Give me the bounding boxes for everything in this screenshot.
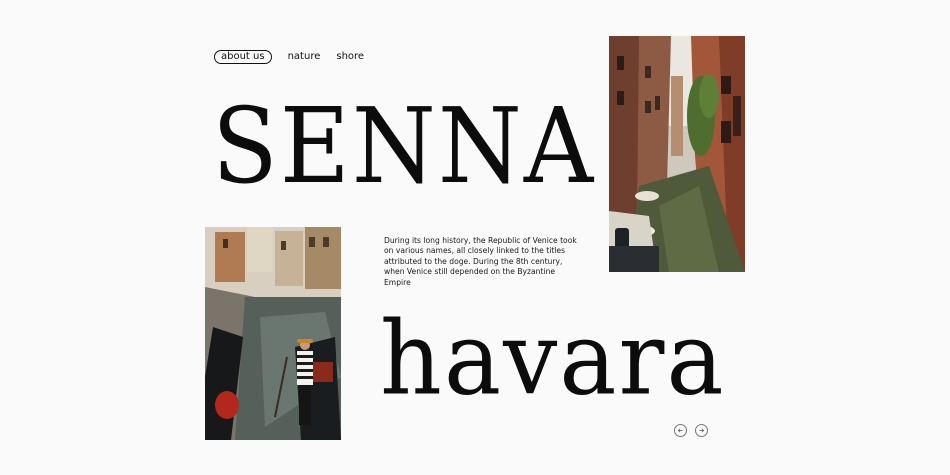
top-nav: about us nature shore — [214, 50, 364, 64]
arrow-right-icon[interactable] — [695, 424, 708, 437]
arrow-left-icon[interactable] — [674, 424, 687, 437]
history-paragraph: During its long history, the Republic of… — [384, 236, 577, 287]
nav-shore[interactable]: shore — [336, 50, 364, 64]
hero-title-senna: SENNA — [212, 86, 596, 207]
venice-canal-photo — [609, 36, 745, 272]
slide-pager — [674, 424, 708, 437]
nav-about-us[interactable]: about us — [214, 50, 272, 64]
hero-title-havara: havara — [380, 300, 726, 418]
nav-nature[interactable]: nature — [288, 50, 321, 64]
gondolier-photo — [205, 227, 341, 440]
